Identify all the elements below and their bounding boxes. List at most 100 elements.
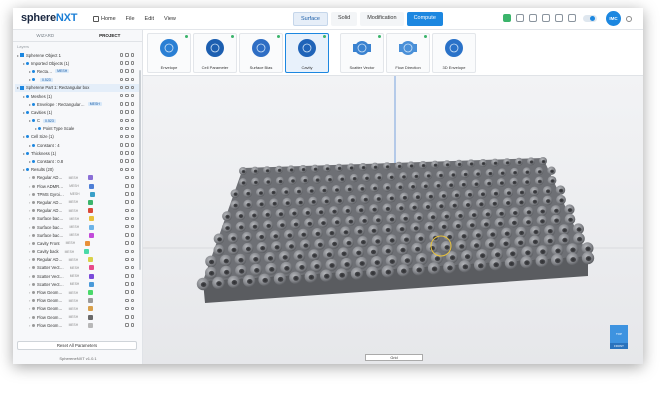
feature-surface-bias-button[interactable]: Surface Bias (239, 33, 283, 73)
row-action-icon[interactable] (125, 151, 129, 155)
link-icon[interactable] (529, 14, 537, 22)
row-action-icon[interactable] (130, 167, 134, 172)
color-swatch[interactable] (88, 175, 94, 181)
eye-icon[interactable] (32, 258, 35, 262)
color-swatch[interactable] (85, 240, 91, 246)
tree-row[interactable]: ▸ Results (20) (15, 166, 140, 174)
eye-icon[interactable] (32, 266, 35, 270)
row-action-icon[interactable] (130, 102, 134, 106)
eye-icon[interactable] (32, 241, 35, 245)
eye-icon[interactable] (32, 217, 35, 221)
eye-icon[interactable] (32, 192, 35, 196)
chat-icon[interactable] (542, 14, 550, 22)
notification-icon[interactable] (626, 16, 632, 22)
row-action-icon[interactable] (119, 110, 123, 114)
row-action-icon[interactable] (125, 323, 129, 327)
row-action-icon[interactable] (119, 159, 123, 163)
row-action-icon[interactable] (119, 93, 123, 98)
visibility-icon[interactable] (26, 168, 29, 172)
visibility-icon[interactable] (32, 143, 35, 147)
eye-icon[interactable] (32, 209, 35, 213)
row-action-icon[interactable] (125, 282, 129, 286)
row-action-icon[interactable] (130, 224, 134, 229)
color-swatch[interactable] (88, 199, 94, 205)
eye-icon[interactable] (32, 307, 35, 311)
3d-viewport[interactable]: Grid TOP FRONT (143, 76, 643, 364)
result-row[interactable]: › Scatter Vect… MESH (15, 264, 140, 272)
close-icon[interactable] (516, 14, 524, 22)
result-row[interactable]: › Flow Geom… MESH (15, 297, 140, 305)
visibility-icon[interactable] (38, 127, 41, 131)
row-action-icon[interactable] (125, 257, 129, 262)
row-action-icon[interactable] (130, 306, 134, 311)
tree-row[interactable]: ▸ Envelope : Rectangular… MESH (15, 100, 140, 108)
row-action-icon[interactable] (130, 315, 134, 319)
row-action-icon[interactable] (119, 118, 123, 122)
row-action-icon[interactable] (130, 241, 134, 245)
feature-scatter-vector-button[interactable]: Scatter Vector (340, 33, 384, 73)
tree-row[interactable]: ▸ Recta… MESH (15, 67, 140, 75)
row-action-icon[interactable] (125, 249, 129, 253)
row-action-icon[interactable] (125, 192, 129, 196)
visibility-icon[interactable] (32, 69, 35, 73)
row-action-icon[interactable] (119, 77, 123, 82)
tree-row[interactable]: ▸ Point Type Scale (15, 125, 140, 133)
row-action-icon[interactable] (130, 274, 134, 278)
row-action-icon[interactable] (125, 200, 129, 204)
result-row[interactable]: › Regular AD… MESH (15, 207, 140, 215)
row-action-icon[interactable] (130, 216, 134, 221)
row-action-icon[interactable] (125, 126, 129, 131)
row-action-icon[interactable] (130, 69, 134, 73)
row-action-icon[interactable] (130, 151, 134, 155)
status-icon[interactable] (503, 14, 511, 22)
eye-icon[interactable] (32, 315, 35, 319)
color-swatch[interactable] (88, 322, 94, 328)
tree-row[interactable]: ▸ Cavities (1) (15, 108, 140, 116)
row-action-icon[interactable] (130, 208, 134, 213)
menu-home[interactable]: Home (93, 16, 116, 22)
result-row[interactable]: › Surface bac… MESH (15, 231, 140, 239)
result-row[interactable]: › Flow ADMR… MESH (15, 182, 140, 190)
result-row[interactable]: › Cavity Front MESH (15, 239, 140, 247)
result-row[interactable]: › Scatter Vect… MESH (15, 280, 140, 288)
visibility-icon[interactable] (32, 160, 35, 164)
row-action-icon[interactable] (130, 282, 134, 286)
row-action-icon[interactable] (125, 61, 129, 65)
result-row[interactable]: › Cavity back MESH (15, 248, 140, 256)
row-action-icon[interactable] (119, 61, 123, 65)
row-action-icon[interactable] (119, 151, 123, 155)
row-action-icon[interactable] (130, 298, 134, 303)
row-action-icon[interactable] (119, 69, 123, 73)
color-swatch[interactable] (88, 183, 94, 189)
menu-edit[interactable]: Edit (145, 16, 154, 22)
tree-row[interactable]: ▸ 0.523 (15, 76, 140, 84)
tree-row[interactable]: ▸ Constant : 0.8 (15, 157, 140, 165)
color-swatch[interactable] (88, 290, 94, 296)
visibility-icon[interactable] (26, 61, 29, 65)
row-action-icon[interactable] (125, 110, 129, 114)
result-row[interactable]: › Regular AD… MESH (15, 256, 140, 264)
menu-view[interactable]: View (164, 16, 176, 22)
result-row[interactable]: › Flow Geom… MESH (15, 313, 140, 321)
help-icon[interactable] (568, 14, 576, 22)
eye-icon[interactable] (32, 233, 35, 237)
tab-wizard[interactable]: WIZARD (13, 33, 78, 38)
row-action-icon[interactable] (130, 233, 134, 237)
eye-icon[interactable] (32, 250, 35, 254)
tree-row[interactable]: ▸ Constant : 4 (15, 141, 140, 149)
color-swatch[interactable] (89, 216, 95, 222)
row-action-icon[interactable] (130, 200, 134, 204)
row-action-icon[interactable] (130, 118, 134, 122)
row-action-icon[interactable] (130, 323, 134, 327)
row-action-icon[interactable] (130, 85, 134, 90)
row-action-icon[interactable] (125, 306, 129, 311)
row-action-icon[interactable] (125, 93, 129, 98)
eye-icon[interactable] (32, 200, 35, 204)
visibility-icon[interactable] (32, 119, 35, 123)
color-swatch[interactable] (89, 281, 95, 287)
result-row[interactable]: › Surface bac… MESH (15, 223, 140, 231)
row-action-icon[interactable] (119, 85, 123, 90)
visibility-icon[interactable] (26, 135, 29, 139)
result-row[interactable]: › TPMS Gyroi… MESH (15, 190, 140, 198)
row-action-icon[interactable] (130, 77, 134, 82)
